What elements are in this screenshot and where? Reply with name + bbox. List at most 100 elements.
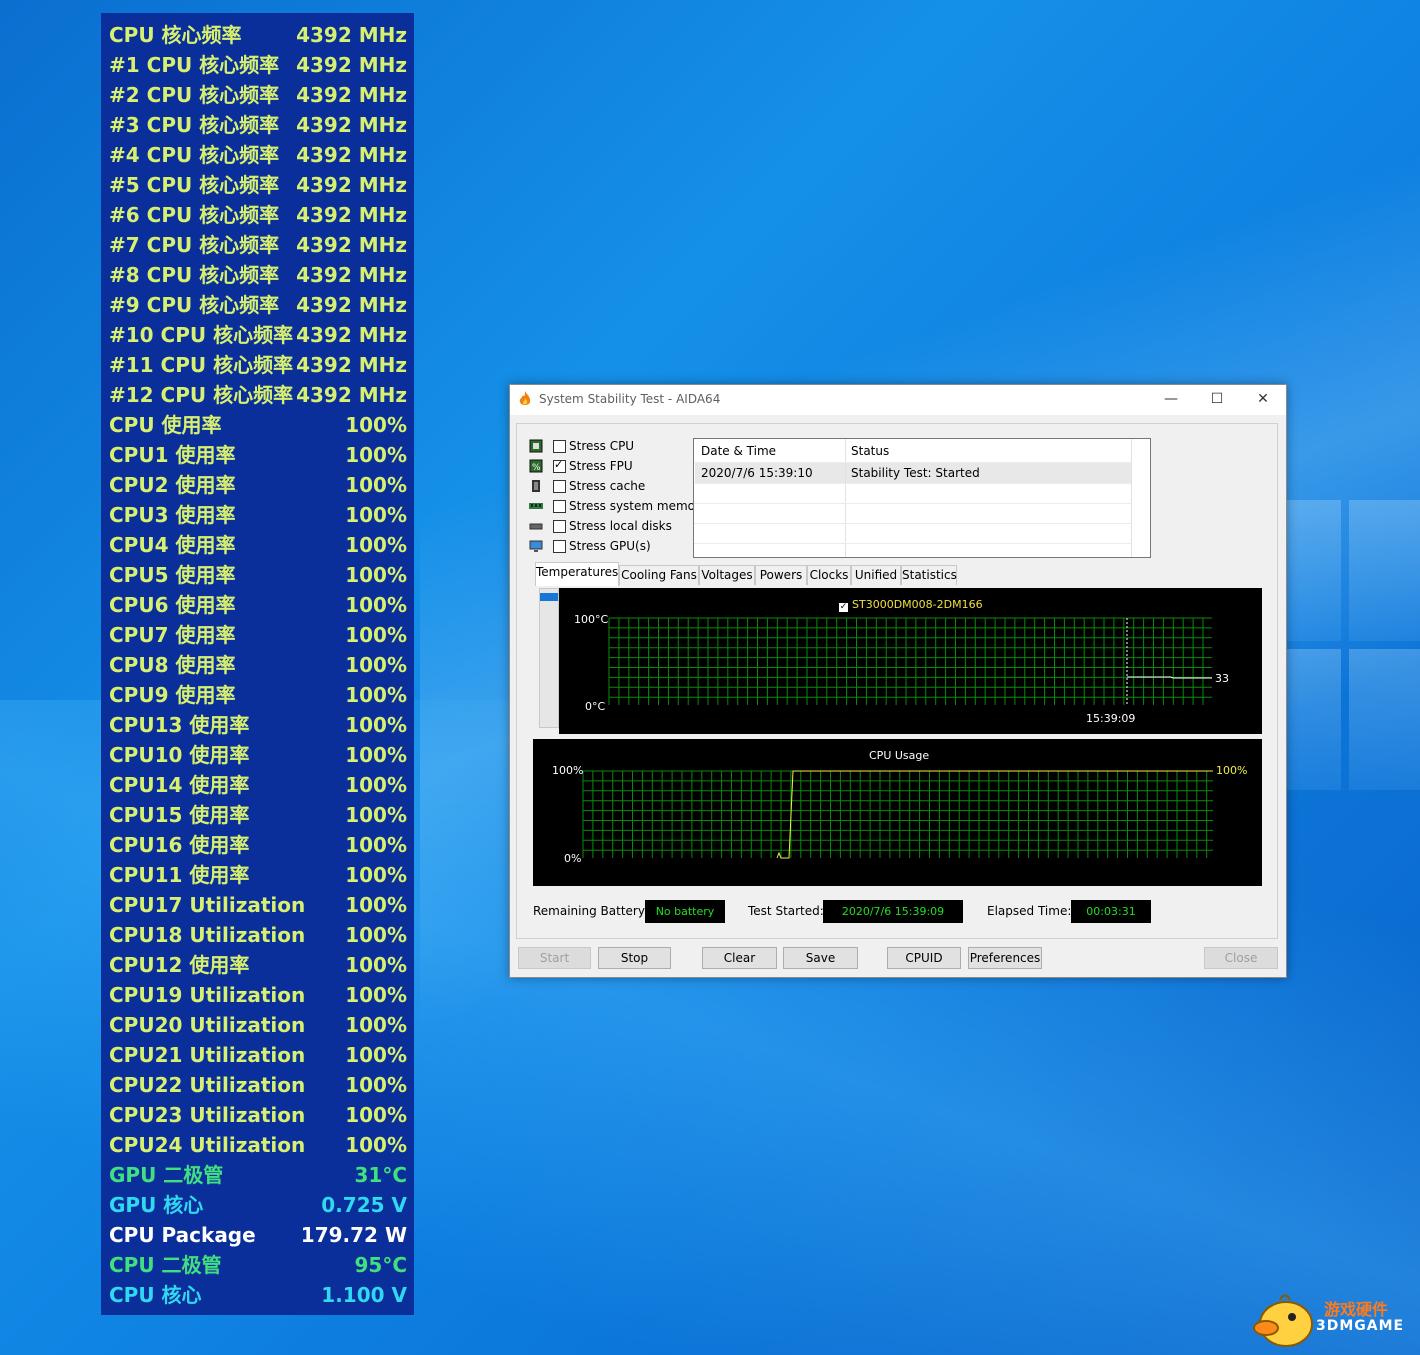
tab-clocks[interactable]: Clocks <box>807 565 851 585</box>
stress-checkbox[interactable] <box>553 520 566 533</box>
osd-value: 1.100 V <box>321 1283 407 1307</box>
osd-label: CPU 核心频率 <box>109 23 242 47</box>
osd-row: CPU16 使用率 100% <box>109 830 407 860</box>
osd-row: CPU9 使用率 100% <box>109 680 407 710</box>
elapsed-time-value: 00:03:31 <box>1071 900 1151 923</box>
osd-value: 4392 MHz <box>296 263 407 287</box>
mascot-chick-icon <box>1253 1294 1313 1347</box>
osd-row: CPU6 使用率 100% <box>109 590 407 620</box>
osd-row: #12 CPU 核心频率 4392 MHz <box>109 380 407 410</box>
column-header-datetime[interactable]: Date & Time <box>701 439 776 461</box>
osd-value: 4392 MHz <box>296 83 407 107</box>
preferences-button[interactable]: Preferences <box>968 947 1042 969</box>
osd-row: #1 CPU 核心频率 4392 MHz <box>109 50 407 80</box>
minimize-button[interactable]: — <box>1148 385 1194 415</box>
tab-unified[interactable]: Unified <box>851 565 901 585</box>
cpu-current-value: 100% <box>1216 764 1248 777</box>
tab-cooling-fans[interactable]: Cooling Fans <box>619 565 699 585</box>
osd-row: CPU4 使用率 100% <box>109 530 407 560</box>
osd-value: 4392 MHz <box>296 353 407 377</box>
legend-checkbox-icon[interactable]: ✓ <box>839 603 848 612</box>
osd-row: #6 CPU 核心频率 4392 MHz <box>109 200 407 230</box>
stress-checkbox[interactable] <box>553 500 566 513</box>
osd-label: #3 CPU 核心频率 <box>109 113 280 137</box>
cpuid-button[interactable]: CPUID <box>887 947 961 969</box>
stress-label: Stress CPU <box>569 439 635 453</box>
save-button[interactable]: Save <box>783 947 858 969</box>
osd-row: CPU15 使用率 100% <box>109 800 407 830</box>
osd-value: 100% <box>345 443 407 467</box>
osd-label: GPU 二极管 <box>109 1163 224 1187</box>
osd-label: CPU1 使用率 <box>109 443 236 467</box>
clear-button[interactable]: Clear <box>702 947 777 969</box>
tab-temperatures[interactable]: Temperatures <box>535 562 619 586</box>
osd-row: #8 CPU 核心频率 4392 MHz <box>109 260 407 290</box>
test-started-value: 2020/7/6 15:39:09 <box>823 900 963 923</box>
osd-label: CPU2 使用率 <box>109 473 236 497</box>
scroll-thumb[interactable] <box>540 593 558 601</box>
osd-value: 100% <box>345 1073 407 1097</box>
osd-row: #2 CPU 核心频率 4392 MHz <box>109 80 407 110</box>
cpu-y-min-label: 0% <box>564 852 582 865</box>
osd-value: 95°C <box>354 1253 407 1277</box>
stress-checkbox[interactable] <box>553 540 566 553</box>
osd-value: 100% <box>345 533 407 557</box>
temperature-legend[interactable]: ✓ ST3000DM008-2DM166 <box>839 598 983 612</box>
monitor-icon <box>529 539 543 553</box>
stress-checkbox[interactable] <box>553 440 566 453</box>
stability-test-window[interactable]: System Stability Test - AIDA64 — ☐ ✕ Str… <box>509 384 1287 978</box>
osd-row: #9 CPU 核心频率 4392 MHz <box>109 290 407 320</box>
osd-label: CPU10 使用率 <box>109 743 250 767</box>
maximize-button[interactable]: ☐ <box>1194 385 1240 415</box>
osd-value: 100% <box>345 623 407 647</box>
stress-checkbox[interactable] <box>553 458 566 473</box>
osd-label: CPU7 使用率 <box>109 623 236 647</box>
row-divider <box>694 543 1131 544</box>
osd-label: CPU 使用率 <box>109 413 222 437</box>
osd-label: CPU5 使用率 <box>109 563 236 587</box>
stress-checkbox[interactable] <box>553 480 566 493</box>
osd-value: 100% <box>345 1013 407 1037</box>
osd-label: CPU20 Utilization <box>109 1013 306 1037</box>
start-button[interactable]: Start <box>518 947 591 969</box>
osd-row: CPU1 使用率 100% <box>109 440 407 470</box>
osd-label: CPU22 Utilization <box>109 1073 306 1097</box>
osd-row: CPU22 Utilization 100% <box>109 1070 407 1100</box>
osd-value: 100% <box>345 413 407 437</box>
cpu-chip-icon <box>529 439 543 453</box>
osd-value: 4392 MHz <box>296 203 407 227</box>
tab-statistics[interactable]: Statistics <box>901 565 957 585</box>
stress-label: Stress system memory <box>569 499 708 513</box>
osd-row: CPU 核心频率 4392 MHz <box>109 20 407 50</box>
column-header-status[interactable]: Status <box>851 439 889 461</box>
tab-powers[interactable]: Powers <box>755 565 807 585</box>
sensor-list-scrollbar[interactable] <box>539 588 559 728</box>
osd-label: #1 CPU 核心频率 <box>109 53 280 77</box>
close-window-button[interactable]: ✕ <box>1240 385 1286 415</box>
stress-label: Stress cache <box>569 479 646 493</box>
osd-label: CPU Package <box>109 1223 256 1247</box>
osd-label: CPU 核心 <box>109 1283 202 1307</box>
log-cell-datetime: 2020/7/6 15:39:10 <box>701 466 813 480</box>
tab-voltages[interactable]: Voltages <box>699 565 755 585</box>
osd-value: 100% <box>345 1103 407 1127</box>
osd-label: CPU21 Utilization <box>109 1043 306 1067</box>
osd-row: CPU3 使用率 100% <box>109 500 407 530</box>
osd-row: CPU8 使用率 100% <box>109 650 407 680</box>
osd-value: 100% <box>345 1043 407 1067</box>
title-bar[interactable]: System Stability Test - AIDA64 — ☐ ✕ <box>510 385 1286 415</box>
osd-value: 4392 MHz <box>296 323 407 347</box>
event-log-table[interactable]: Date & Time Status 2020/7/6 15:39:10 Sta… <box>693 438 1151 558</box>
window-title: System Stability Test - AIDA64 <box>539 392 721 406</box>
osd-label: CPU17 Utilization <box>109 893 306 917</box>
row-divider <box>694 503 1131 504</box>
column-divider <box>1131 439 1132 557</box>
osd-value: 100% <box>345 1133 407 1157</box>
osd-value: 100% <box>345 863 407 887</box>
row-divider <box>694 523 1131 524</box>
stop-button[interactable]: Stop <box>598 947 671 969</box>
osd-value: 100% <box>345 893 407 917</box>
log-cell-status: Stability Test: Started <box>851 466 980 480</box>
close-button[interactable]: Close <box>1204 947 1278 969</box>
osd-value: 100% <box>345 653 407 677</box>
